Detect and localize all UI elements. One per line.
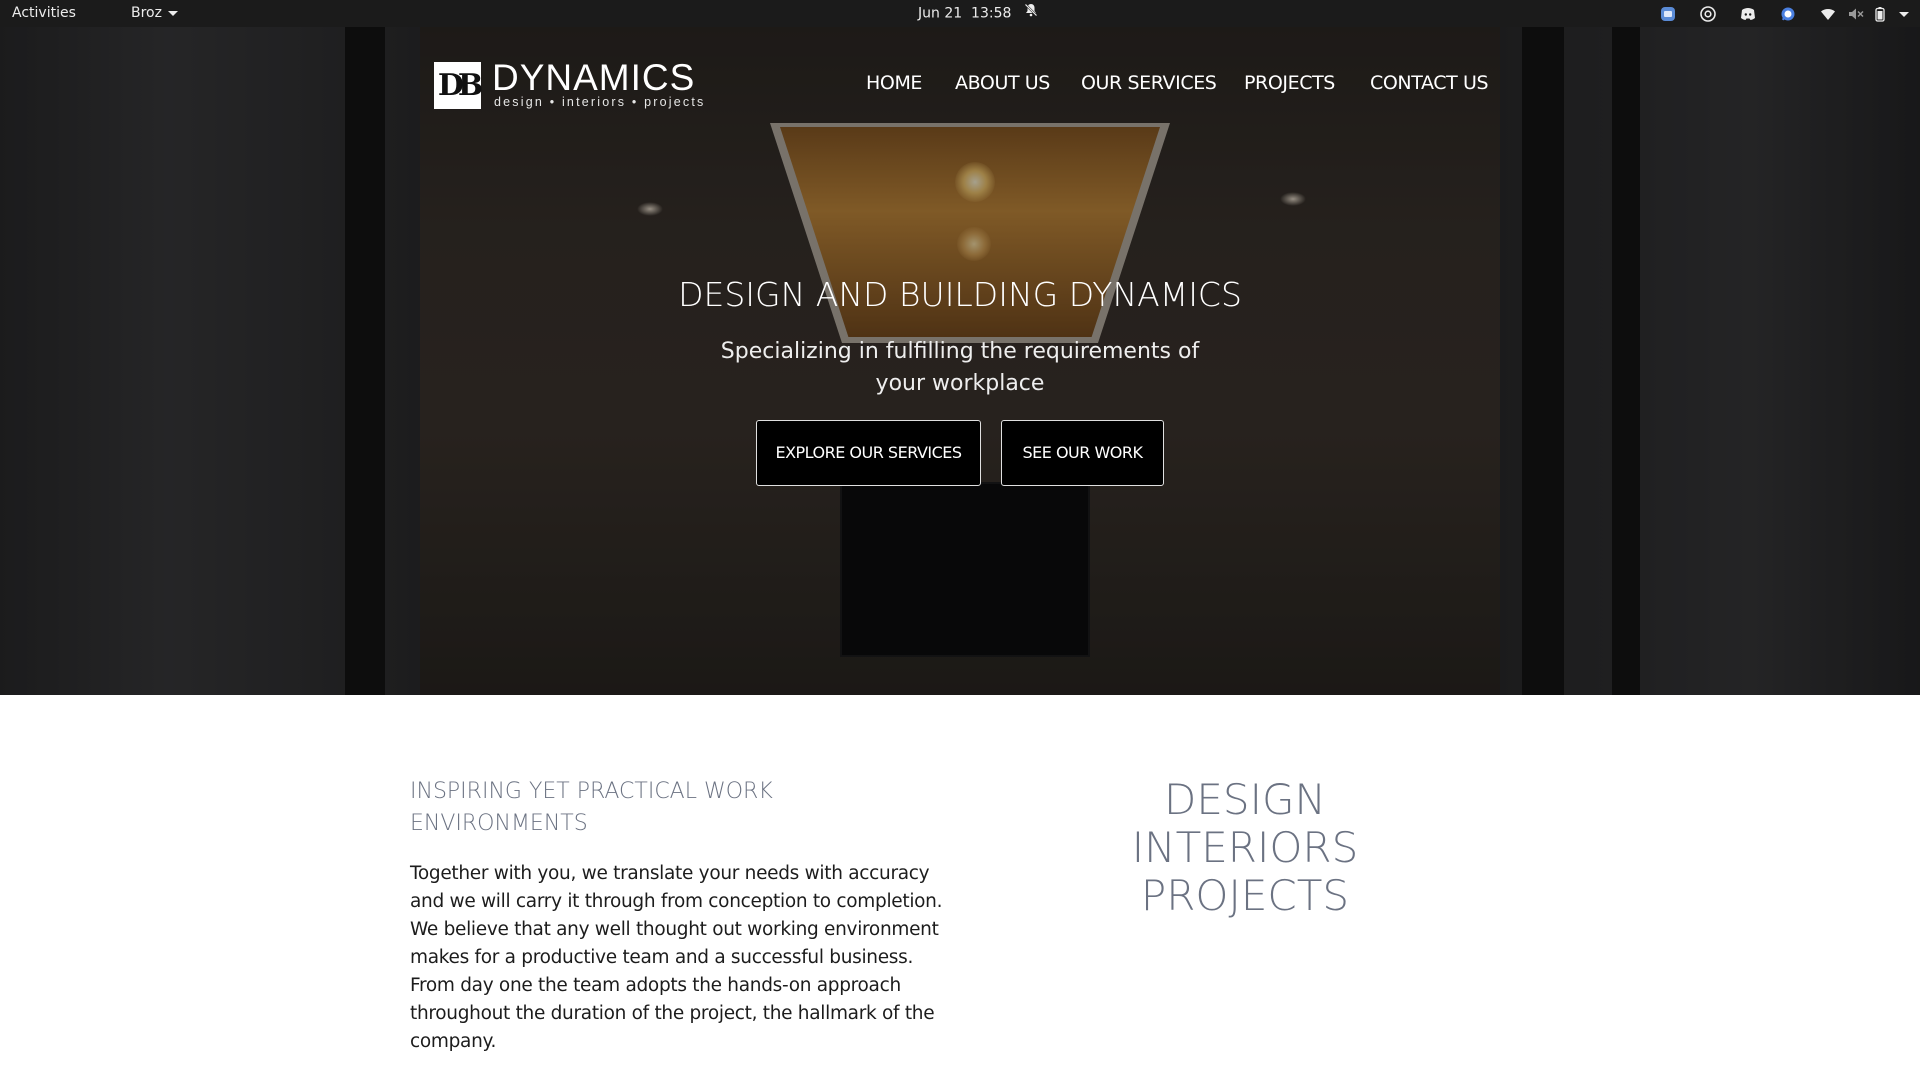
- volume-muted-icon[interactable]: [1848, 6, 1864, 22]
- clock-date: Jun 21: [918, 5, 963, 22]
- battery-icon[interactable]: [1872, 6, 1888, 22]
- wifi-icon[interactable]: [1820, 6, 1836, 22]
- intro-heading: INSPIRING YET PRACTICAL WORK ENVIRONMENT…: [410, 779, 773, 836]
- signal-icon[interactable]: [1780, 6, 1796, 22]
- nav-home[interactable]: HOME: [866, 72, 922, 94]
- nav-our-services[interactable]: OUR SERVICES: [1081, 72, 1217, 94]
- clock-time: 13:58: [971, 5, 1012, 22]
- activities-button[interactable]: Activities: [12, 0, 76, 27]
- main-nav: HOME ABOUT US OUR SERVICES PROJECTS CONT…: [0, 72, 1920, 98]
- tagline-design: DESIGN: [1164, 775, 1326, 824]
- discord-icon[interactable]: [1740, 6, 1756, 22]
- services-tagline: DESIGN INTERIORS PROJECTS: [1045, 776, 1445, 920]
- intro-body: Together with you, we translate your nee…: [410, 863, 943, 1052]
- nav-about-us[interactable]: ABOUT US: [955, 72, 1050, 94]
- tagline-projects: PROJECTS: [1140, 871, 1350, 920]
- app-menu-label: Broz: [131, 5, 162, 21]
- hero-subtitle: Specializing in fulfilling the requireme…: [720, 339, 1200, 396]
- chevron-down-icon: [167, 10, 178, 16]
- chrome-icon[interactable]: [1700, 6, 1716, 22]
- nav-projects[interactable]: PROJECTS: [1244, 72, 1335, 94]
- tagline-interiors: INTERIORS: [1131, 823, 1359, 872]
- explore-services-button[interactable]: EXPLORE OUR SERVICES: [756, 420, 981, 486]
- nav-contact-us[interactable]: CONTACT US: [1370, 72, 1489, 94]
- clock[interactable]: Jun 21 13:58: [918, 0, 1038, 27]
- system-top-bar: Activities Broz Jun 21 13:58: [0, 0, 1920, 27]
- app-menu[interactable]: Broz: [131, 0, 178, 27]
- hero-title: DESIGN AND BUILDING DYNAMICS: [678, 275, 1242, 314]
- see-our-work-button[interactable]: SEE OUR WORK: [1001, 420, 1164, 486]
- notifications-muted-icon: [1024, 0, 1038, 27]
- app-indicator-icon[interactable]: [1660, 6, 1676, 22]
- system-menu-chevron-icon[interactable]: [1896, 6, 1912, 22]
- system-tray: [1660, 0, 1920, 27]
